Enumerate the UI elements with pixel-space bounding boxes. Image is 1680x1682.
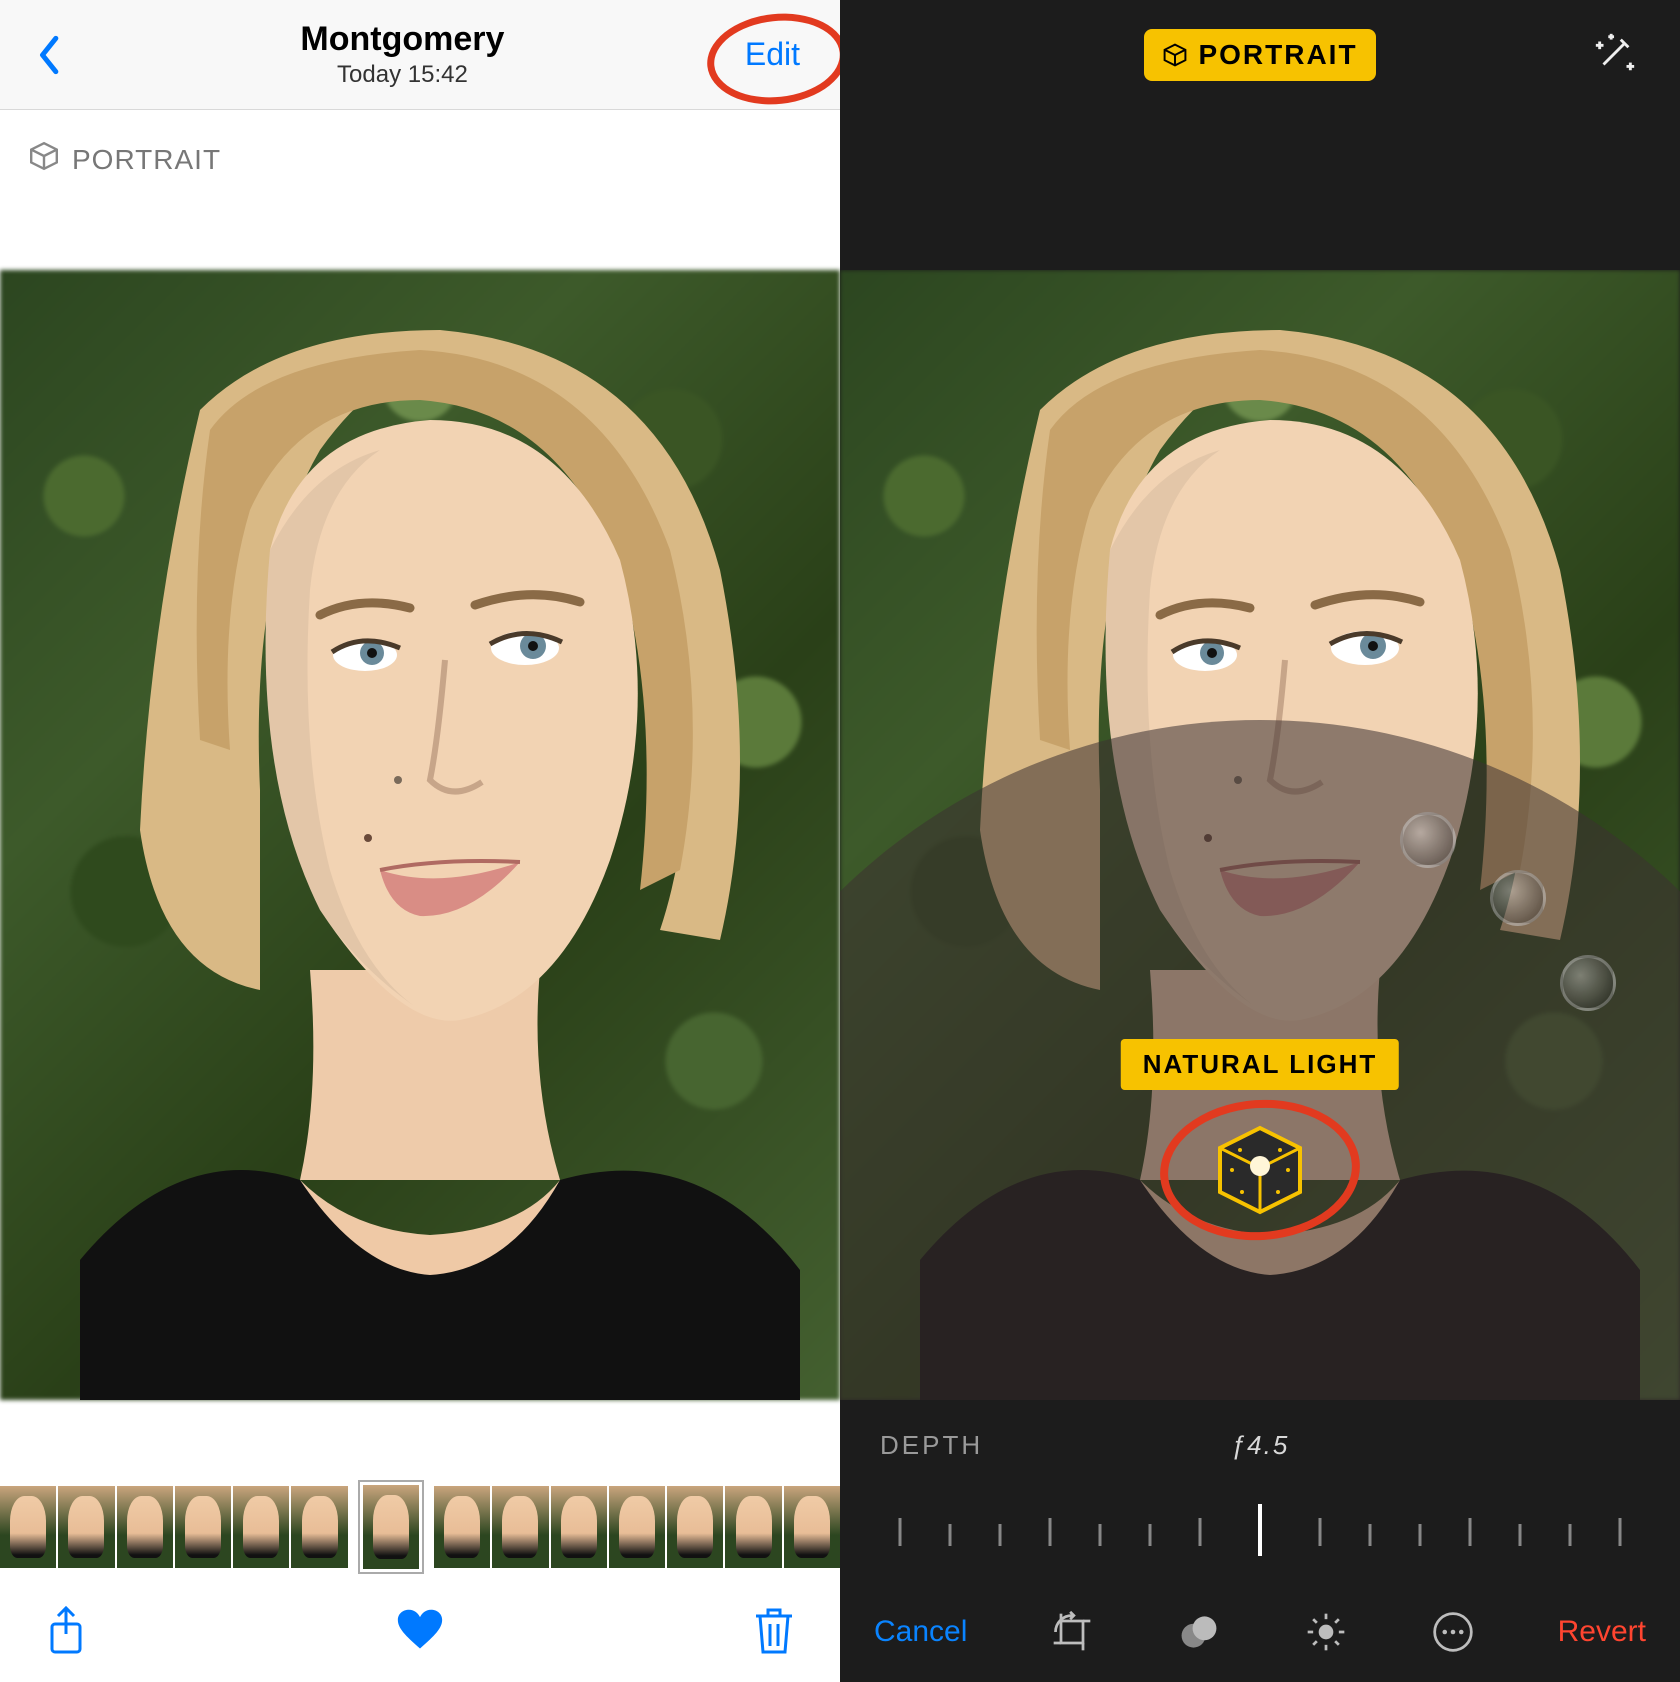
lighting-option[interactable] xyxy=(1490,870,1546,926)
depth-value: ƒ4.5 xyxy=(1231,1430,1290,1461)
portrait-cube-icon xyxy=(1210,1120,1310,1220)
thumbnail-selected[interactable] xyxy=(360,1482,422,1572)
crop-rotate-icon xyxy=(1050,1610,1094,1654)
thumbnail[interactable] xyxy=(784,1486,840,1568)
lighting-option-selected[interactable] xyxy=(1210,1120,1310,1220)
album-title: Montgomery xyxy=(300,20,504,59)
thumbnail[interactable] xyxy=(233,1486,289,1568)
portrait-badge-text: PORTRAIT xyxy=(72,144,221,176)
edit-button[interactable]: Edit xyxy=(735,30,810,79)
revert-button[interactable]: Revert xyxy=(1558,1615,1646,1649)
portrait-pill-text: PORTRAIT xyxy=(1198,39,1357,71)
editor-photo[interactable]: NATURAL LIGHT xyxy=(840,270,1680,1400)
trash-icon xyxy=(750,1604,798,1656)
photo-timestamp: Today 15:42 xyxy=(300,61,504,89)
thumbnail[interactable] xyxy=(117,1486,173,1568)
portrait-badge-row: PORTRAIT xyxy=(0,110,840,179)
thumbnail[interactable] xyxy=(609,1486,665,1568)
thumbnail[interactable] xyxy=(175,1486,231,1568)
favorite-button[interactable] xyxy=(396,1604,444,1661)
adjust-dial-icon xyxy=(1304,1610,1348,1654)
filters-button[interactable] xyxy=(1177,1610,1221,1654)
main-photo[interactable] xyxy=(0,270,840,1400)
editor-header: PORTRAIT xyxy=(840,0,1680,110)
slider-ticks-icon xyxy=(880,1490,1640,1570)
lighting-option[interactable] xyxy=(1400,812,1456,868)
crop-button[interactable] xyxy=(1050,1610,1094,1654)
thumbnail[interactable] xyxy=(667,1486,723,1568)
depth-slider[interactable] xyxy=(880,1490,1640,1570)
thumbnail[interactable] xyxy=(725,1486,781,1568)
cancel-label: Cancel xyxy=(874,1615,967,1648)
viewer-header: Montgomery Today 15:42 Edit xyxy=(0,0,840,110)
magic-wand-icon xyxy=(1592,30,1638,76)
edit-label: Edit xyxy=(745,36,800,72)
share-icon xyxy=(42,1604,90,1656)
filters-icon xyxy=(1177,1610,1221,1654)
header-title-block: Montgomery Today 15:42 xyxy=(300,20,504,89)
delete-button[interactable] xyxy=(750,1604,798,1661)
auto-enhance-button[interactable] xyxy=(1592,30,1638,81)
thumbnail[interactable] xyxy=(551,1486,607,1568)
revert-label: Revert xyxy=(1558,1615,1646,1648)
back-button[interactable] xyxy=(30,35,70,75)
depth-label: DEPTH xyxy=(880,1430,983,1461)
cube-icon xyxy=(1162,42,1188,68)
lighting-mode-label: NATURAL LIGHT xyxy=(1121,1039,1399,1090)
share-button[interactable] xyxy=(42,1604,90,1661)
thumbnail-gap xyxy=(424,1486,432,1568)
photo-content xyxy=(0,270,840,1400)
viewer-toolbar xyxy=(0,1582,840,1682)
ellipsis-circle-icon xyxy=(1431,1610,1475,1654)
portrait-mode-pill[interactable]: PORTRAIT xyxy=(1144,29,1375,81)
adjust-button[interactable] xyxy=(1304,1610,1348,1654)
depth-row: DEPTH ƒ4.5 . xyxy=(840,1430,1680,1461)
heart-icon xyxy=(396,1604,444,1656)
thumbnail-strip[interactable] xyxy=(0,1482,840,1572)
more-button[interactable] xyxy=(1431,1610,1475,1654)
thumbnail[interactable] xyxy=(291,1486,347,1568)
thumbnail-gap xyxy=(350,1486,358,1568)
chevron-left-icon xyxy=(37,35,63,75)
thumbnail[interactable] xyxy=(0,1486,56,1568)
thumbnail[interactable] xyxy=(58,1486,114,1568)
editor-toolbar: Cancel Revert xyxy=(840,1582,1680,1682)
thumbnail[interactable] xyxy=(434,1486,490,1568)
lighting-option[interactable] xyxy=(1560,955,1616,1011)
photos-viewer-pane: Montgomery Today 15:42 Edit PORTRAIT xyxy=(0,0,840,1682)
cancel-button[interactable]: Cancel xyxy=(874,1615,967,1649)
photo-editor-pane: PORTRAIT xyxy=(840,0,1680,1682)
thumbnail[interactable] xyxy=(492,1486,548,1568)
cube-icon xyxy=(28,140,60,179)
